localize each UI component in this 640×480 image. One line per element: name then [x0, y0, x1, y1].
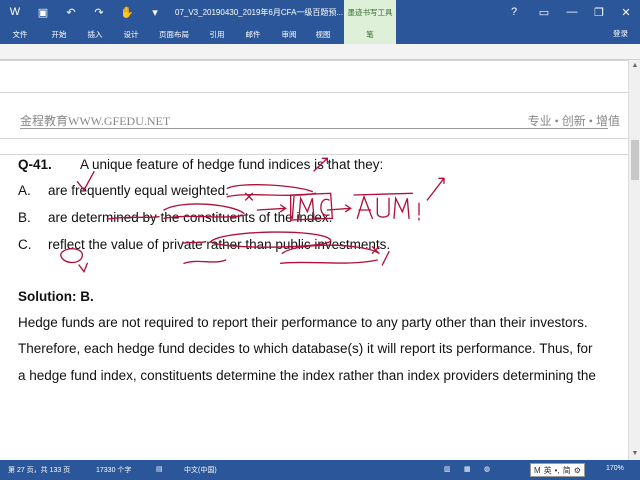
page-header-left: 金程教育WWW.GFEDU.NET [20, 114, 171, 128]
customize-toolbar-icon[interactable]: ▾ [146, 0, 164, 24]
tab-references[interactable]: 引用 [202, 24, 232, 44]
solution-line: a hedge fund index, constituents determi… [18, 368, 596, 383]
page-count[interactable]: 第 27 页，共 133 页 [8, 465, 70, 475]
divider [0, 60, 628, 61]
ime-language[interactable]: 英 [544, 465, 552, 476]
ime-toolbar[interactable]: M 英 •, 简 ⚙ [530, 463, 585, 477]
zoom-level[interactable]: 170% [606, 465, 624, 472]
vertical-scrollbar[interactable]: ▲ ▼ [628, 60, 640, 460]
tab-pen[interactable]: 笔 [344, 24, 396, 44]
word-app-icon[interactable]: W [6, 0, 24, 24]
minimize-button[interactable]: — [558, 0, 586, 24]
close-button[interactable]: ✕ [612, 0, 640, 24]
question-label: Q-41. [18, 157, 52, 172]
solution-title: Solution: B. [18, 289, 94, 304]
tab-page-layout[interactable]: 页面布局 [152, 24, 196, 44]
tab-review[interactable]: 审阅 [274, 24, 304, 44]
tab-insert[interactable]: 插入 [80, 24, 110, 44]
scroll-thumb[interactable] [631, 140, 639, 180]
status-bar: 第 27 页，共 133 页 17330 个字 ▤ 中文(中国) ▥ ▦ ◍ M… [0, 460, 640, 480]
document-title: 07_V3_20190430_2019年6月CFA一级百题预... [175, 8, 344, 17]
page-header-rule [20, 128, 608, 129]
login-link[interactable]: 登录 [613, 28, 628, 39]
scroll-down-icon[interactable]: ▼ [629, 448, 640, 460]
tab-design[interactable]: 设计 [116, 24, 146, 44]
tab-file[interactable]: 文件 [0, 24, 40, 44]
maximize-button[interactable]: ❐ [585, 0, 613, 24]
ime-punct-icon[interactable]: •, [555, 466, 560, 475]
divider [0, 154, 628, 155]
web-layout-icon[interactable]: ◍ [484, 465, 490, 473]
option-b-text: are determined by the constituents of th… [48, 210, 333, 225]
divider [0, 92, 628, 93]
language-indicator[interactable]: 中文(中国) [184, 465, 217, 475]
divider [0, 138, 628, 139]
tab-home[interactable]: 开始 [44, 24, 74, 44]
word-count[interactable]: 17330 个字 [96, 465, 131, 475]
title-bar: W ▣ ↶ ↷ ✋ ▾ 07_V3_20190430_2019年6月CFA一级百… [0, 0, 640, 24]
help-icon[interactable]: ? [500, 0, 528, 24]
print-layout-icon[interactable]: ▦ [464, 465, 471, 473]
ime-mode-icon[interactable]: M [534, 466, 541, 475]
redo-icon[interactable]: ↷ [90, 0, 108, 24]
question-text: A unique feature of hedge fund indices i… [80, 157, 384, 172]
scroll-up-icon[interactable]: ▲ [629, 60, 640, 72]
option-c-label: C. [18, 237, 32, 252]
option-c-text: reflect the value of private rather than… [48, 237, 391, 252]
option-a-text: are frequently equal weighted. [48, 183, 229, 198]
tab-view[interactable]: 视图 [308, 24, 338, 44]
page-header-right: 专业 • 创新 • 增值 [527, 114, 620, 128]
solution-line: Therefore, each hedge fund decides to wh… [18, 341, 593, 356]
touch-mode-icon[interactable]: ✋ [118, 0, 136, 24]
undo-icon[interactable]: ↶ [62, 0, 80, 24]
solution-line: Hedge funds are not required to report t… [18, 315, 588, 330]
ink-tools-context-title: 墨迹书写工具 [344, 0, 396, 24]
ribbon-options-icon[interactable]: ▭ [530, 0, 558, 24]
ime-settings-icon[interactable]: ⚙ [574, 466, 581, 475]
tab-mailings[interactable]: 邮件 [238, 24, 268, 44]
save-icon[interactable]: ▣ [34, 0, 52, 24]
ime-script[interactable]: 简 [563, 465, 571, 476]
option-b-label: B. [18, 210, 31, 225]
ribbon-tabs: 文件 开始 插入 设计 页面布局 引用 邮件 审阅 视图 笔 登录 [0, 24, 640, 44]
proofing-icon[interactable]: ▤ [156, 465, 163, 473]
option-a-label: A. [18, 183, 31, 198]
ribbon-body [0, 44, 640, 60]
read-mode-icon[interactable]: ▥ [444, 465, 451, 473]
